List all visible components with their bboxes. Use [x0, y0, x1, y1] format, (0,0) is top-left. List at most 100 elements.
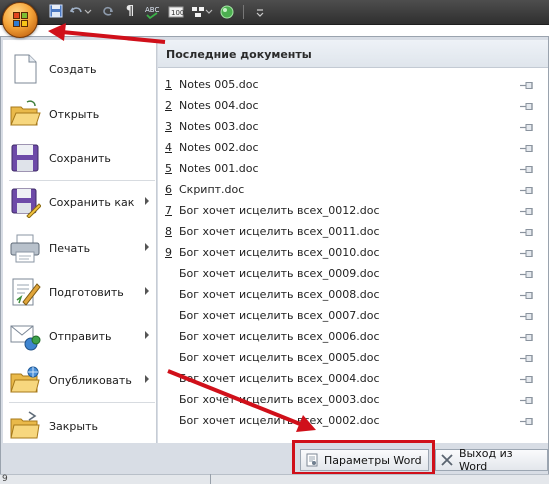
recent-document-item[interactable]: 9 Бог хочет исцелить всех_0010.doc: [158, 242, 548, 263]
publish-icon: [9, 364, 41, 396]
close-icon: [440, 453, 454, 467]
submenu-arrow-icon: [145, 243, 149, 251]
recent-document-name: Notes 004.doc: [179, 99, 259, 112]
svg-text:100: 100: [171, 9, 184, 17]
caption-icon[interactable]: 100: [168, 4, 184, 20]
pin-icon[interactable]: [519, 395, 535, 404]
submenu-arrow-icon: [145, 287, 149, 295]
customize-icon[interactable]: [252, 4, 268, 20]
pin-icon[interactable]: [519, 269, 535, 278]
pin-icon[interactable]: [519, 248, 535, 257]
pilcrow-icon[interactable]: ¶: [122, 4, 138, 20]
menu-separator: [9, 402, 155, 403]
recent-document-item[interactable]: 8 Бог хочет исцелить всех_0011.doc: [158, 221, 548, 242]
options-icon: [305, 453, 319, 467]
pin-icon[interactable]: [519, 332, 535, 341]
menu-item-label: Опубликовать: [49, 373, 132, 387]
pin-icon[interactable]: [519, 164, 535, 173]
recent-document-item[interactable]: Бог хочет исцелить всех_0007.doc: [158, 305, 548, 326]
recent-documents-panel: Последние документы 1 Notes 005.doc 2 Notes…: [158, 40, 548, 443]
recent-document-item[interactable]: 2 Notes 004.doc: [158, 95, 548, 116]
recent-document-item[interactable]: Бог хочет исцелить всех_0008.doc: [158, 284, 548, 305]
submenu-arrow-icon: [145, 197, 149, 205]
pin-icon[interactable]: [519, 80, 535, 89]
chevron-down-icon[interactable]: [205, 4, 213, 20]
recent-document-name: Бог хочет исцелить всех_0002.doc: [179, 414, 380, 427]
recent-document-item[interactable]: Бог хочет исцелить всех_0004.doc: [158, 368, 548, 389]
exit-word-label: Выход из Word: [459, 447, 513, 473]
recent-document-item[interactable]: Бог хочет исцелить всех_0009.doc: [158, 263, 548, 284]
pin-icon[interactable]: [519, 101, 535, 110]
save-icon[interactable]: [48, 4, 64, 20]
recent-document-number: 2: [165, 99, 172, 112]
new-document-icon: [9, 53, 41, 85]
pin-icon[interactable]: [519, 374, 535, 383]
recent-document-item[interactable]: Бог хочет исцелить всех_0006.doc: [158, 326, 548, 347]
green-orb-icon[interactable]: [219, 4, 235, 20]
recent-documents-header: Последние документы: [158, 40, 548, 68]
menu-footer: Параметры Word Выход из Word: [1, 444, 548, 474]
recent-document-name: Бог хочет исцелить всех_0008.doc: [179, 288, 380, 301]
recent-document-name: Бог хочет исцелить всех_0005.doc: [179, 351, 380, 364]
recent-document-item[interactable]: 1 Notes 005.doc: [158, 74, 548, 95]
recent-document-name: Скрипт.doc: [179, 183, 245, 196]
menu-item[interactable]: Сохранить: [3, 136, 157, 180]
recent-document-item[interactable]: 7 Бог хочет исцелить всех_0012.doc: [158, 200, 548, 221]
recent-document-name: Notes 001.doc: [179, 162, 259, 175]
recent-document-name: Бог хочет исцелить всех_0011.doc: [179, 225, 380, 238]
recent-document-item[interactable]: 4 Notes 002.doc: [158, 137, 548, 158]
recent-document-item[interactable]: Бог хочет исцелить всех_0002.doc: [158, 410, 548, 431]
recent-document-name: Notes 002.doc: [179, 141, 259, 154]
menu-item[interactable]: Подготовить: [3, 270, 157, 314]
recent-document-number: 4: [165, 141, 172, 154]
exit-word-button[interactable]: Выход из Word: [435, 447, 548, 473]
pin-icon[interactable]: [519, 290, 535, 299]
document-edge: [210, 474, 211, 484]
ruler-mark: 9: [2, 474, 8, 484]
recent-document-item[interactable]: 3 Notes 003.doc: [158, 116, 548, 137]
spelling-icon[interactable]: ABC: [144, 4, 160, 20]
recent-document-item[interactable]: Бог хочет исцелить всех_0005.doc: [158, 347, 548, 368]
menu-item[interactable]: Закрыть: [3, 404, 157, 448]
office-button[interactable]: [2, 2, 38, 38]
undo-icon[interactable]: [68, 4, 84, 20]
arrange-icon[interactable]: [190, 4, 206, 20]
recent-document-item[interactable]: Бог хочет исцелить всех_0003.doc: [158, 389, 548, 410]
menu-item[interactable]: Отправить: [3, 314, 157, 358]
recent-document-number: 7: [165, 204, 172, 217]
word-options-label: Параметры Word: [324, 453, 422, 467]
recent-document-number: 9: [165, 246, 172, 259]
recent-document-name: Бог хочет исцелить всех_0004.doc: [179, 372, 380, 385]
pin-icon[interactable]: [519, 311, 535, 320]
pin-icon[interactable]: [519, 143, 535, 152]
toolbar-separator: [243, 5, 244, 19]
pin-icon[interactable]: [519, 227, 535, 236]
pin-icon[interactable]: [519, 353, 535, 362]
save-as-icon: [9, 186, 42, 219]
office-logo-icon: [13, 12, 29, 28]
recent-document-number: 8: [165, 225, 172, 238]
recent-document-name: Бог хочет исцелить всех_0006.doc: [179, 330, 380, 343]
pin-icon[interactable]: [519, 122, 535, 131]
recent-document-item[interactable]: 6 Скрипт.doc: [158, 179, 548, 200]
submenu-arrow-icon: [145, 331, 149, 339]
pin-icon[interactable]: [519, 185, 535, 194]
word-options-button[interactable]: Параметры Word: [300, 449, 429, 471]
menu-item[interactable]: Печать: [3, 226, 157, 270]
menu-item[interactable]: Создать: [3, 47, 157, 91]
pin-icon[interactable]: [519, 206, 535, 215]
menu-item[interactable]: Опубликовать: [3, 358, 157, 402]
submenu-arrow-icon: [145, 375, 149, 383]
menu-item[interactable]: Открыть: [3, 92, 157, 136]
redo-icon[interactable]: [100, 4, 116, 20]
open-folder-icon: [9, 98, 41, 130]
close-folder-icon: [9, 410, 41, 442]
pin-icon[interactable]: [519, 416, 535, 425]
recent-document-item[interactable]: 5 Notes 001.doc: [158, 158, 548, 179]
menu-item-label: Отправить: [49, 329, 112, 343]
send-icon: [9, 320, 41, 352]
menu-item[interactable]: Сохранить как: [3, 180, 157, 224]
recent-documents-title: Последние документы: [166, 48, 312, 61]
chevron-down-icon[interactable]: [84, 4, 92, 20]
recent-document-name: Бог хочет исцелить всех_0009.doc: [179, 267, 380, 280]
